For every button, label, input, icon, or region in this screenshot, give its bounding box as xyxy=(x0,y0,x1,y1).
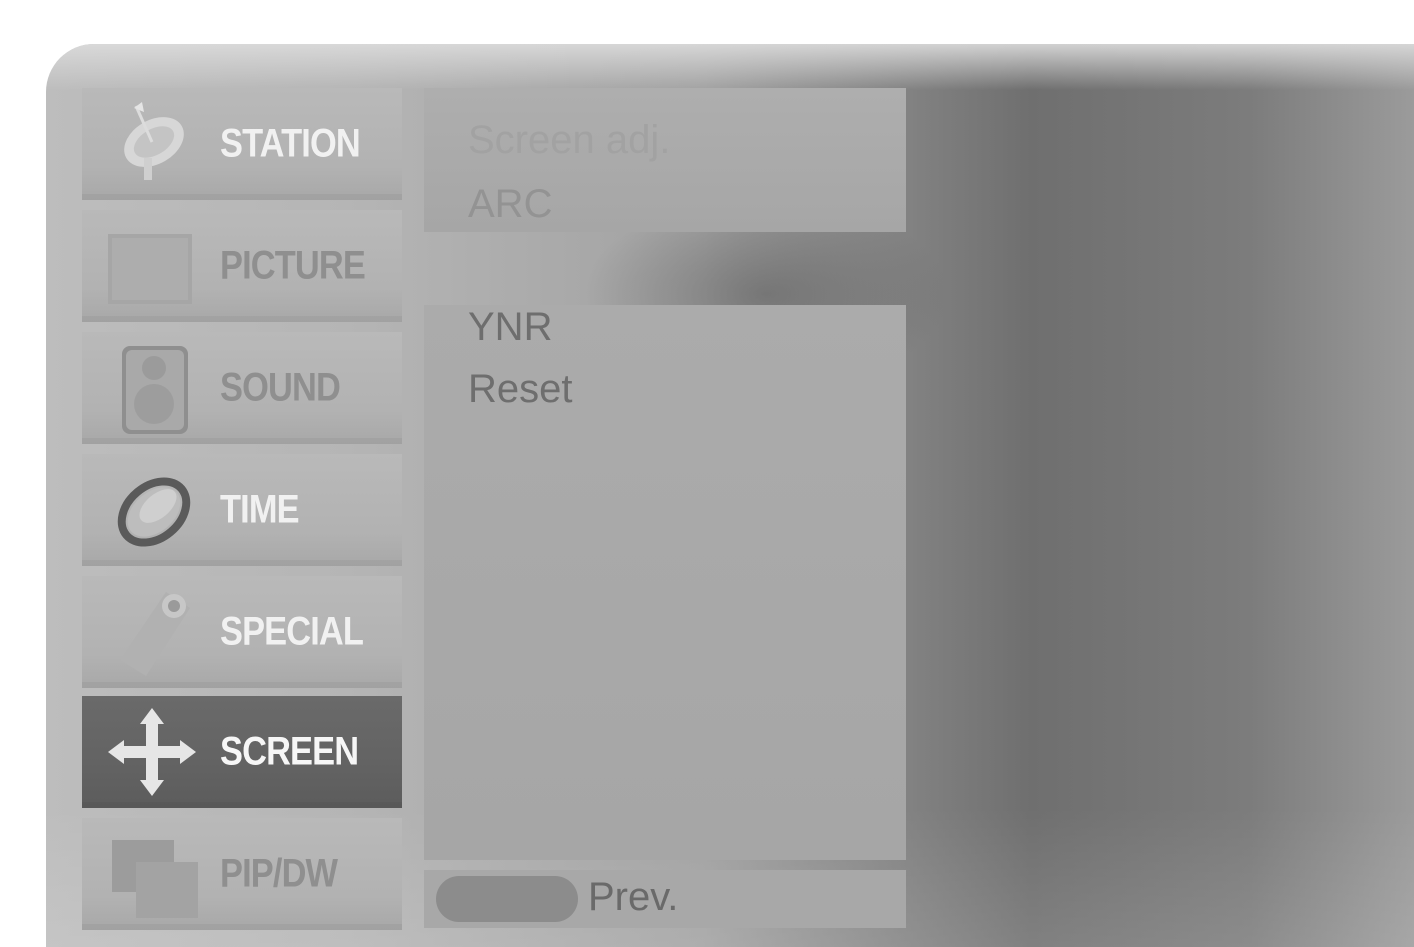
screen-options-main-panel: YNR Reset xyxy=(424,305,906,860)
menu-item-label: STATION xyxy=(220,121,361,166)
menu-item-screen[interactable]: SCREEN xyxy=(82,696,402,808)
option-ynr[interactable]: YNR xyxy=(468,305,552,350)
tv-screen-icon xyxy=(106,220,198,312)
pip-window-icon xyxy=(106,828,198,920)
menu-item-special[interactable]: SPECIAL xyxy=(82,576,402,688)
move-arrows-icon xyxy=(106,706,198,798)
menu-item-label: TIME xyxy=(220,487,300,532)
tag-icon xyxy=(106,586,198,678)
screen-options-top-panel: Screen adj. ARC xyxy=(424,88,906,232)
menu-item-time[interactable]: TIME xyxy=(82,454,402,566)
menu-item-label: PICTURE xyxy=(220,243,366,288)
clock-ring-icon xyxy=(106,464,198,556)
menu-item-sound[interactable]: SOUND xyxy=(82,332,402,444)
menu-item-label: SOUND xyxy=(220,365,341,410)
menu-item-label: SCREEN xyxy=(220,729,359,774)
menu-item-station[interactable]: STATION xyxy=(82,88,402,200)
satellite-dish-icon xyxy=(106,98,198,190)
footer-bar: Prev. xyxy=(424,870,906,928)
prev-label: Prev. xyxy=(588,875,679,919)
menu-item-picture[interactable]: PICTURE xyxy=(82,210,402,322)
speaker-icon xyxy=(106,342,198,434)
option-arc[interactable]: ARC xyxy=(468,182,552,227)
menu-item-label: PIP/DW xyxy=(220,851,338,896)
prev-button[interactable] xyxy=(436,876,578,922)
option-screen-adj[interactable]: Screen adj. xyxy=(468,118,670,163)
option-reset[interactable]: Reset xyxy=(468,367,573,412)
menu-item-pip-dw[interactable]: PIP/DW xyxy=(82,818,402,930)
menu-item-label: SPECIAL xyxy=(220,609,364,654)
